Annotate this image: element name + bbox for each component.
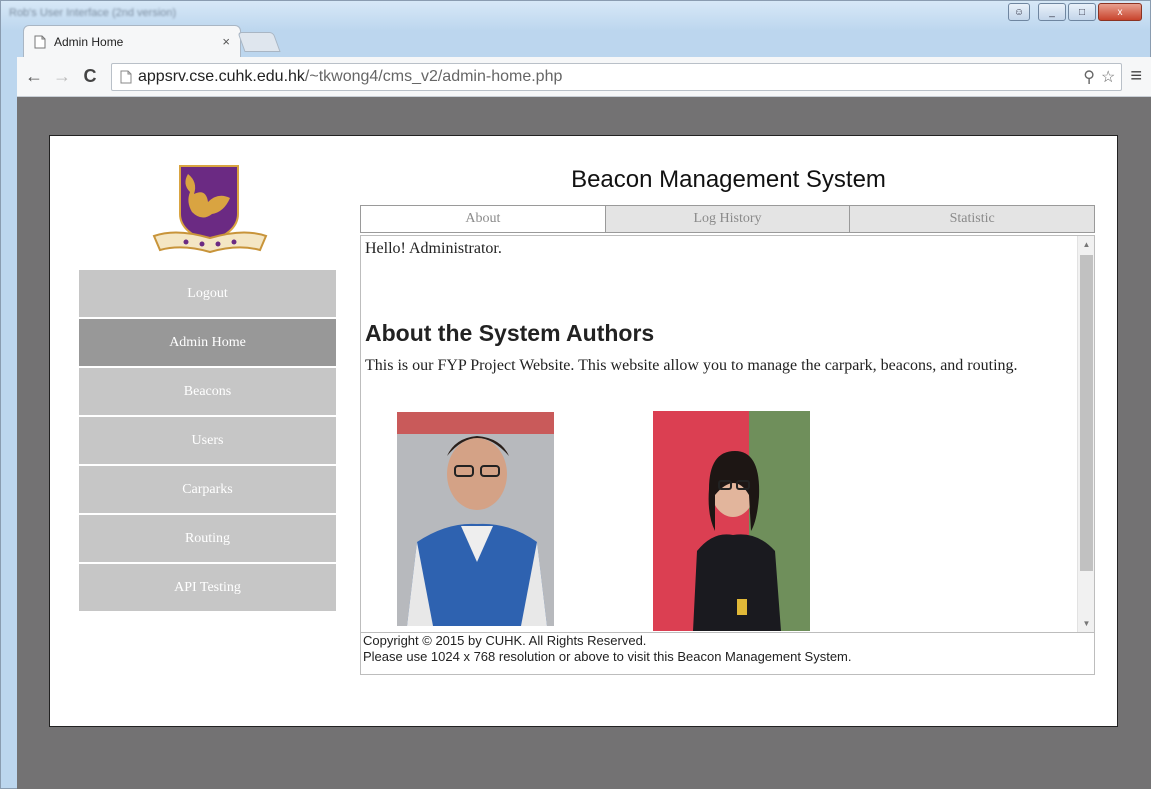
page-container: Logout Admin Home Beacons Users Carparks… [49,135,1118,727]
page-viewport: Logout Admin Home Beacons Users Carparks… [17,97,1151,789]
tab-close-icon[interactable]: × [222,34,230,49]
author-photo [653,411,810,631]
extension-icon[interactable]: ⚲ [1083,67,1095,87]
window-controls: ☺ _ □ x [1008,3,1142,21]
about-description: This is our FYP Project Website. This we… [365,357,1018,374]
content-body: Hello! Administrator. About the System A… [365,240,1073,380]
nav-logout[interactable]: Logout [79,270,336,317]
page-icon [120,70,132,83]
minimize-button[interactable]: _ [1038,3,1066,21]
browser-toolbar: ← → C appsrv.cse.cuhk.edu.hk/~tkwong4/cm… [17,57,1151,97]
tab-log-history[interactable]: Log History [604,206,850,232]
url-domain: appsrv.cse.cuhk.edu.hk [138,67,305,85]
author-photo [397,412,554,626]
resolution-note: Please use 1024 x 768 resolution or abov… [363,649,852,664]
tab-statistic[interactable]: Statistic [849,206,1095,232]
forward-button[interactable]: → [51,66,73,87]
side-navigation: Logout Admin Home Beacons Users Carparks… [79,270,336,613]
nav-beacons[interactable]: Beacons [79,368,336,415]
tab-about[interactable]: About [361,206,605,232]
nav-users[interactable]: Users [79,417,336,464]
nav-routing[interactable]: Routing [79,515,336,562]
page-footer: Copyright © 2015 by CUHK. All Rights Res… [360,633,1095,675]
address-bar[interactable]: appsrv.cse.cuhk.edu.hk/~tkwong4/cms_v2/a… [111,62,1123,91]
url-path: /~tkwong4/cms_v2/admin-home.php [304,67,563,85]
scroll-down-icon[interactable]: ▼ [1078,615,1094,632]
cuhk-logo [152,165,268,254]
browser-tab[interactable]: Admin Home × [23,25,241,57]
site-title: Beacon Management System [571,166,886,193]
bookmark-star-icon[interactable]: ☆ [1101,67,1115,87]
nav-admin-home[interactable]: Admin Home [79,319,336,366]
copyright-text: Copyright © 2015 by CUHK. All Rights Res… [363,633,647,648]
page-icon [34,35,46,48]
menu-icon[interactable]: ≡ [1130,65,1142,88]
nav-api-testing[interactable]: API Testing [79,564,336,611]
user-icon[interactable]: ☺ [1008,3,1030,21]
browser-window: Rob's User Interface (2nd version) ☺ _ □… [0,0,1151,789]
window-title: Rob's User Interface (2nd version) [9,7,177,19]
content-panel: Hello! Administrator. About the System A… [360,235,1095,633]
about-heading: About the System Authors [365,320,655,346]
close-button[interactable]: x [1098,3,1142,21]
scroll-up-icon[interactable]: ▲ [1078,236,1094,253]
content-scrollbar[interactable]: ▲ ▼ [1077,236,1094,632]
new-tab-button[interactable] [237,32,281,52]
back-button[interactable]: ← [23,66,45,87]
maximize-button[interactable]: □ [1068,3,1096,21]
tab-title: Admin Home [54,34,124,49]
content-tabs: About Log History Statistic [360,205,1095,233]
reload-button[interactable]: C [79,66,101,87]
greeting-text: Hello! Administrator. [365,240,502,257]
scroll-thumb[interactable] [1080,255,1093,571]
nav-carparks[interactable]: Carparks [79,466,336,513]
